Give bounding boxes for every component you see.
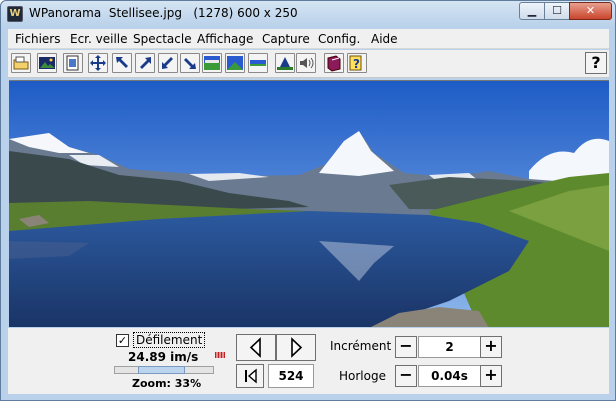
arrow-down-left-icon[interactable] <box>158 53 178 73</box>
increment-field[interactable]: 2 <box>418 336 481 358</box>
panorama-wide-icon[interactable] <box>202 53 222 73</box>
arrow-up-right-icon[interactable] <box>135 53 155 73</box>
title-bar[interactable]: W WPanorama Stellisee.jpg (1278) 600 x 2… <box>1 1 615 27</box>
triangle-left-icon <box>249 337 261 358</box>
triangle-right-icon <box>291 337 303 358</box>
arrow-down-right-icon[interactable] <box>180 53 200 73</box>
maximize-button[interactable]: ☐ <box>544 2 570 20</box>
speed-readout: 24.89 im/s <box>128 350 199 364</box>
window-title: WPanorama Stellisee.jpg (1278) 600 x 250 <box>29 6 298 20</box>
app-logo-icon[interactable]: W <box>7 6 23 22</box>
panorama-view[interactable] <box>9 80 609 327</box>
increment-label: Incrément <box>330 339 392 353</box>
speed-slider[interactable] <box>114 366 214 374</box>
menu-affichage[interactable]: Affichage <box>197 32 253 46</box>
landscape-icon[interactable] <box>275 53 295 73</box>
expand-icon[interactable] <box>88 53 108 73</box>
minimize-button[interactable]: ▁ <box>519 2 545 20</box>
panorama-narrow-icon[interactable] <box>225 53 245 73</box>
increment-plus-button[interactable]: + <box>480 336 502 358</box>
book-icon[interactable] <box>324 53 344 73</box>
menu-spectacle[interactable]: Spectacle <box>133 32 192 46</box>
svg-text:?: ? <box>353 57 360 71</box>
frame-counter: 524 <box>268 364 314 388</box>
open-folder-icon[interactable] <box>11 53 31 73</box>
help-topic-icon[interactable]: ? <box>347 53 367 73</box>
clock-plus-button[interactable]: + <box>480 365 502 387</box>
image-icon[interactable] <box>37 53 57 73</box>
increment-minus-button[interactable]: − <box>395 336 417 358</box>
clock-label: Horloge <box>339 369 386 383</box>
toolbar: ? ? <box>8 50 609 78</box>
menu-bar: Fichiers Ecr. veille Spectacle Affichage… <box>8 29 609 49</box>
zoom-readout: Zoom: 33% <box>132 377 202 390</box>
menu-capture[interactable]: Capture <box>262 32 310 46</box>
menu-aide[interactable]: Aide <box>371 32 398 46</box>
panorama-image <box>9 81 609 327</box>
menu-fichiers[interactable]: Fichiers <box>15 32 60 46</box>
arrow-up-left-icon[interactable] <box>112 53 132 73</box>
app-window: W WPanorama Stellisee.jpg (1278) 600 x 2… <box>0 0 616 401</box>
skip-to-start-icon <box>245 368 257 384</box>
panorama-thin-icon[interactable] <box>248 53 268 73</box>
menu-config[interactable]: Config. <box>318 32 360 46</box>
speed-slider-thumb[interactable] <box>138 366 185 374</box>
fit-page-icon[interactable] <box>63 53 83 73</box>
speed-indicator-icon <box>215 352 225 358</box>
previous-button[interactable] <box>236 334 276 361</box>
scroll-checkbox[interactable]: ✓ <box>116 334 129 347</box>
scroll-checkbox-label[interactable]: Défilement <box>133 332 206 348</box>
control-panel: ✓ Défilement 24.89 im/s Zoom: 33% 524 In… <box>8 328 609 394</box>
menu-ecr-veille[interactable]: Ecr. veille <box>70 32 128 46</box>
next-button[interactable] <box>276 334 316 361</box>
close-button[interactable]: ✕ <box>569 2 612 20</box>
help-button[interactable]: ? <box>585 52 607 74</box>
clock-field[interactable]: 0.04s <box>418 365 481 387</box>
sound-icon[interactable] <box>296 53 316 73</box>
clock-minus-button[interactable]: − <box>395 365 417 387</box>
first-frame-button[interactable] <box>236 364 264 388</box>
